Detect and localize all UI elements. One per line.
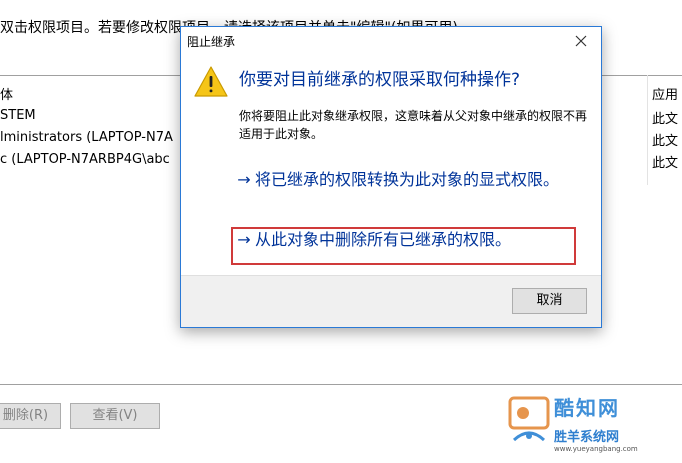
dialog-footer: 取消 [181,275,601,327]
permission-entry-applies: 此文 [652,112,679,127]
permission-entry-applies: 此文 [652,134,679,149]
permission-entry-principal[interactable]: c (LAPTOP-N7ARBP4G\abc [0,152,170,167]
dialog-title: 阻止继承 [187,35,236,49]
block-inheritance-dialog: 阻止继承 你要对目前继承的权限采取何种操作? 你将要阻止此对象继承权限，这意味着… [180,26,602,328]
convert-inherited-permissions-link[interactable]: → 将已继承的权限转换为此对象的显式权限。 [233,167,589,225]
watermark-logo-icon [508,396,550,442]
warning-triangle-icon [194,66,228,97]
column-divider [647,75,648,185]
close-button[interactable] [561,27,601,55]
remove-inherited-permissions-link[interactable]: → 从此对象中删除所有已继承的权限。 [233,227,589,265]
dialog-content-text: 你将要阻止此对象继承权限，这意味着从父对象中继承的权限不再适用于此对象。 [239,109,588,141]
permission-entry-principal[interactable]: lministrators (LAPTOP-N7A [0,130,173,145]
dialog-titlebar[interactable]: 阻止继承 [181,27,601,55]
main-instruction-heading: 你要对目前继承的权限采取何种操作? [239,70,521,90]
watermark-url: www.yueyangbang.com [554,445,638,453]
arrow-right-icon: → [237,230,251,249]
command-link-label: 将已继承的权限转换为此对象的显式权限。 [255,170,560,189]
view-button[interactable]: 查看(V) [70,403,160,429]
command-link-label: 从此对象中删除所有已继承的权限。 [255,230,512,249]
watermark-subtitle: 胜羊系统网 [554,430,620,445]
close-icon [575,35,587,47]
cancel-button[interactable]: 取消 [512,288,587,314]
permission-entry-applies: 此文 [652,156,679,171]
principal-column-header[interactable]: 体 [0,84,13,103]
applies-to-column-header[interactable]: 应用 [652,84,682,103]
remove-button[interactable]: 删除(R) [0,403,61,429]
arrow-right-icon: → [237,170,251,189]
permission-entry-principal[interactable]: STEM [0,108,36,123]
site-watermark: 酷知网 胜羊系统网 www.yueyangbang.com [504,388,664,460]
watermark-brand: 酷知网 [554,396,620,420]
